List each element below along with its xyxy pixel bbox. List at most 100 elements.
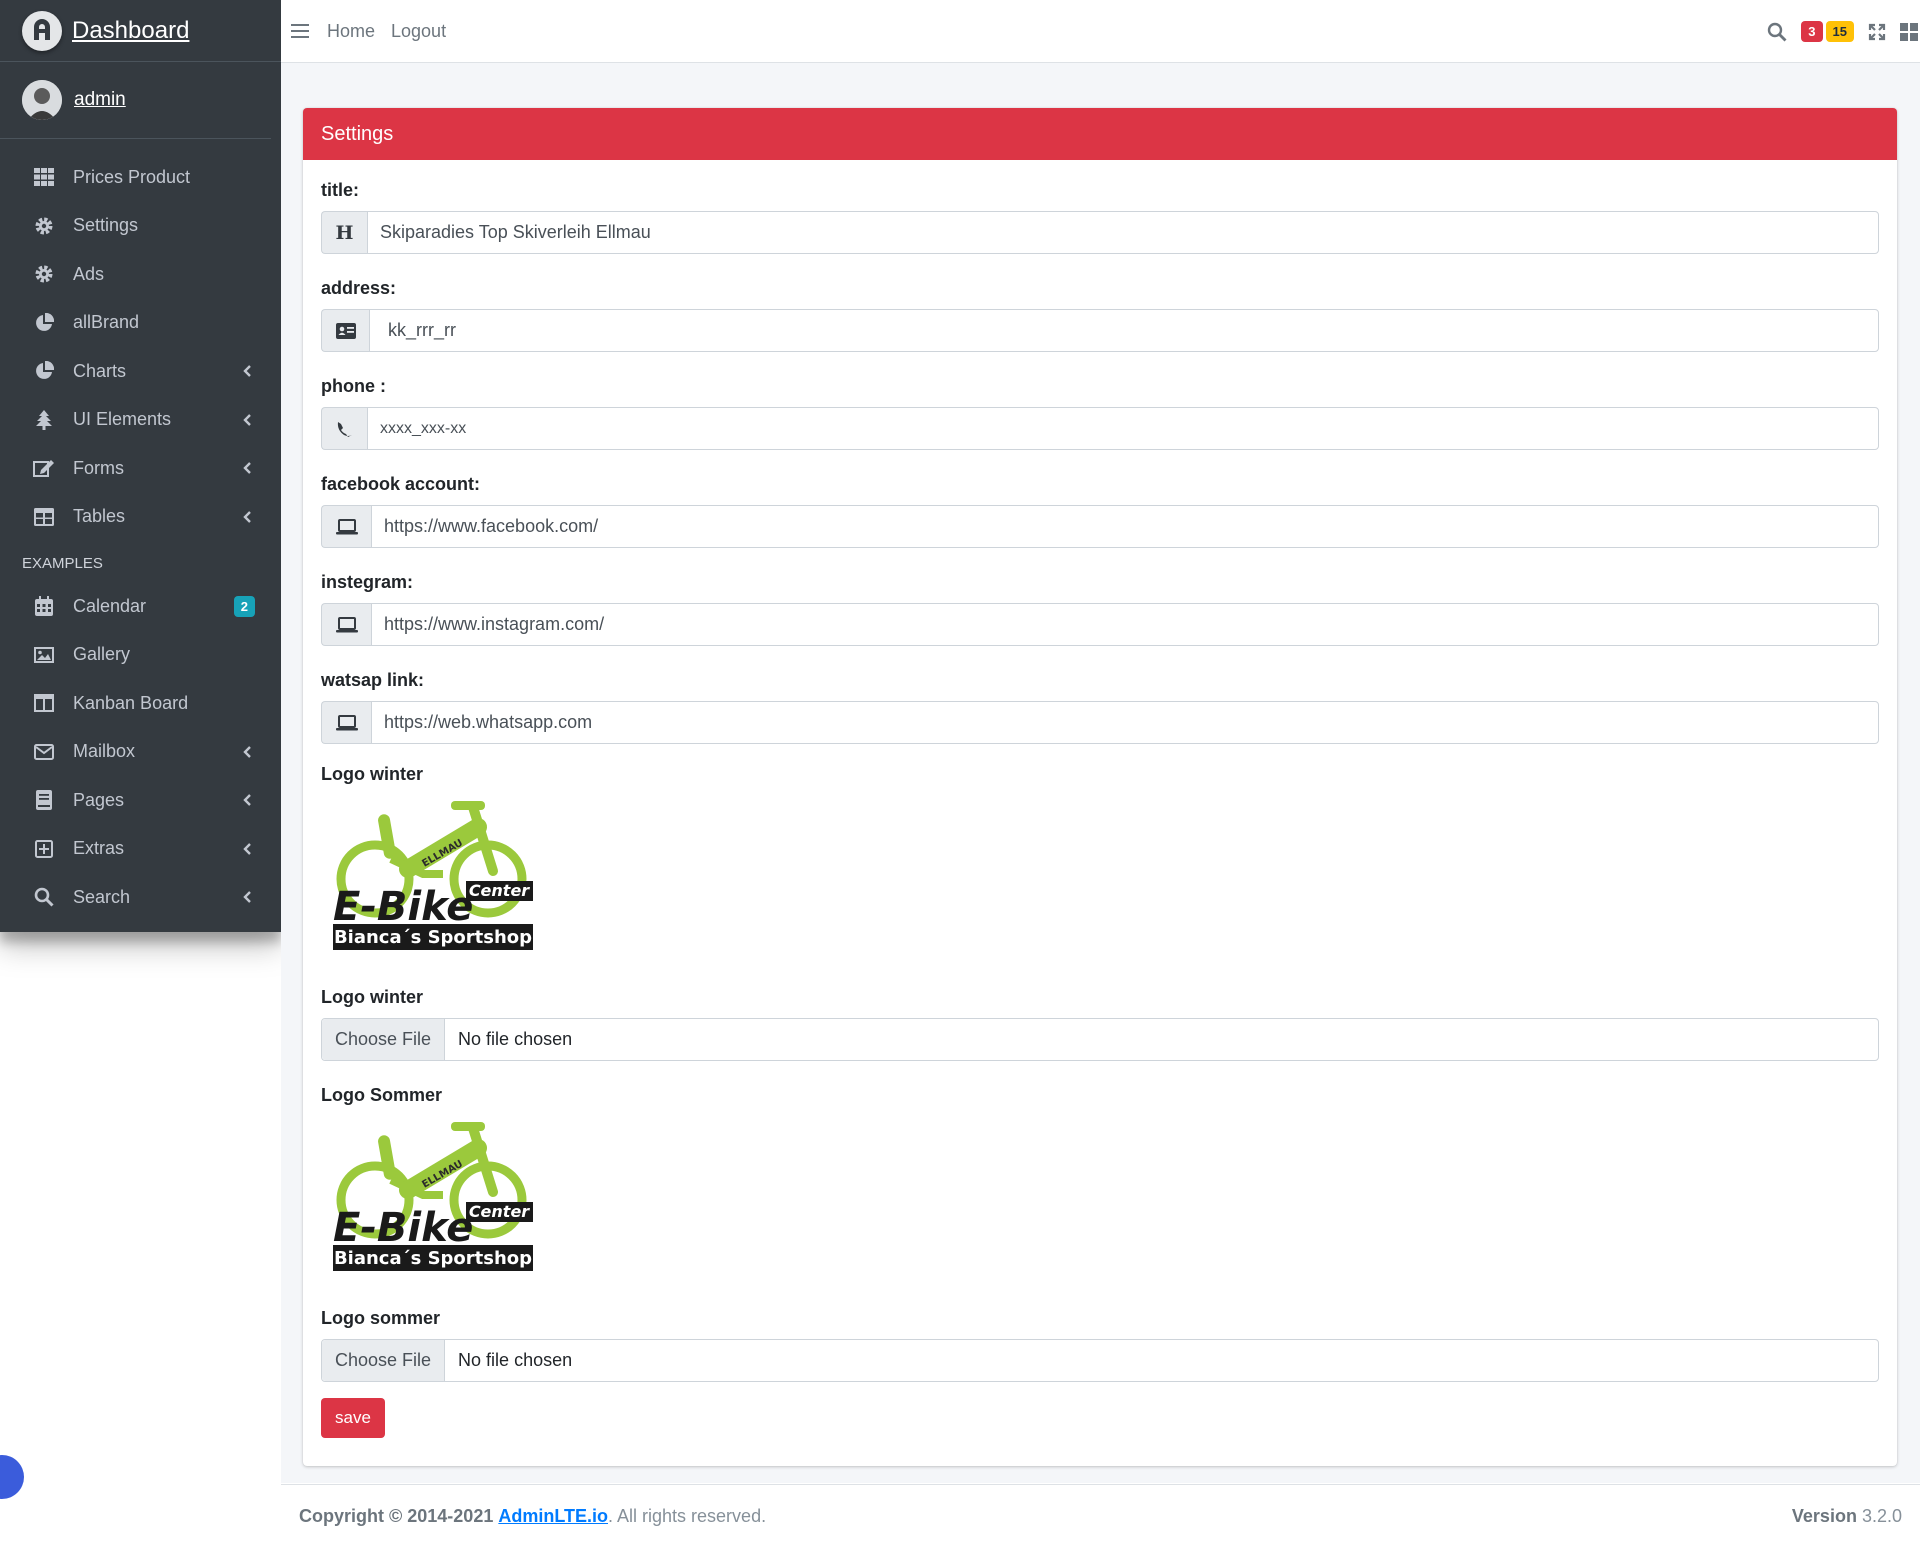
chevron-left-icon	[243, 413, 251, 426]
instagram-label: instegram:	[321, 572, 414, 592]
brand-title[interactable]: Dashboard	[72, 17, 189, 45]
sidebar-item-allbrand[interactable]: allBrand	[0, 299, 281, 348]
sidebar-item-ads[interactable]: Ads	[0, 250, 281, 299]
footer-version-label: Version	[1791, 1506, 1857, 1526]
footer-copyright: Copyright © 2014-2021	[299, 1506, 494, 1526]
fullscreen-icon[interactable]	[1868, 23, 1886, 41]
no-file-text: No file chosen	[458, 1350, 573, 1370]
floating-action-button[interactable]	[0, 1455, 24, 1499]
sidebar-item-label: Gallery	[73, 644, 131, 665]
address-label: address:	[321, 278, 397, 298]
sidebar-item-forms[interactable]: Forms	[0, 444, 281, 493]
brand-link[interactable]: Dashboard	[0, 0, 281, 62]
pie-chart-icon	[32, 312, 56, 334]
sidebar-item-extras[interactable]: Extras	[0, 825, 281, 874]
facebook-label: facebook account:	[321, 474, 481, 494]
sidebar-nav: Prices Product Settings Ads allBrand Cha…	[0, 139, 281, 922]
messages-badge[interactable]: 3	[1801, 21, 1823, 42]
nav-home-link[interactable]: Home	[327, 21, 375, 42]
logo-brand-text: E-Bike	[333, 1205, 473, 1251]
sidebar-item-label: Mailbox	[73, 741, 136, 762]
sidebar-item-label: allBrand	[73, 312, 140, 333]
gear-icon	[32, 215, 56, 237]
sidebar-item-label: Settings	[73, 215, 139, 236]
logo-sommer-file-input[interactable]: Choose File No file chosen	[321, 1339, 1879, 1382]
sidebar-item-mailbox[interactable]: Mailbox	[0, 728, 281, 777]
sidebar-item-charts[interactable]: Charts	[0, 347, 281, 396]
laptop-icon	[321, 701, 371, 744]
facebook-input[interactable]: https://www.facebook.com/	[371, 505, 1879, 548]
sidebar-item-label: Tables	[73, 506, 126, 527]
sidebar-item-kanban-board[interactable]: Kanban Board	[0, 679, 281, 728]
chevron-left-icon	[243, 745, 251, 758]
sidebar-item-label: UI Elements	[73, 409, 172, 430]
sidebar-item-gallery[interactable]: Gallery	[0, 631, 281, 680]
whatsapp-label: watsap link:	[321, 670, 425, 690]
logo-winter-heading: Logo winter	[321, 764, 423, 784]
chevron-left-icon	[243, 842, 251, 855]
control-sidebar-icon[interactable]	[1900, 22, 1918, 41]
logo-sommer-heading: Logo Sommer	[321, 1085, 443, 1105]
sidebar-item-pages[interactable]: Pages	[0, 776, 281, 825]
nav-logout-link[interactable]: Logout	[391, 21, 446, 42]
heading-icon: H	[321, 211, 367, 254]
footer-adminlte-link[interactable]: AdminLTE.io	[498, 1506, 608, 1527]
calendar-badge: 2	[233, 595, 255, 617]
sidebar-item-tables[interactable]: Tables	[0, 493, 281, 542]
sidebar-item-prices-product[interactable]: Prices Product	[0, 153, 281, 202]
image-icon	[32, 644, 56, 666]
chevron-left-icon	[243, 365, 251, 378]
title-input[interactable]: Skiparadies Top Skiverleih Ellmau	[367, 211, 1879, 254]
choose-file-button[interactable]: Choose File	[322, 1340, 446, 1381]
footer-version: Version 3.2.0	[1792, 1506, 1902, 1527]
sidebar-item-calendar[interactable]: Calendar 2	[0, 582, 281, 631]
user-name-link[interactable]: admin	[74, 89, 126, 111]
sidebar-item-label: Kanban Board	[73, 692, 189, 713]
calendar-icon	[32, 595, 56, 617]
phone-group: phone : xxxx_xxx-xx	[321, 376, 1879, 450]
whatsapp-input[interactable]: https://web.whatsapp.com	[371, 701, 1879, 744]
save-button[interactable]: save	[321, 1398, 385, 1438]
sidebar-header-examples: EXAMPLES	[22, 555, 103, 572]
phone-label: phone :	[321, 376, 386, 396]
logo-winter-image: ELLMAU Center E-Bike Bianca´s Sportshop	[333, 799, 533, 959]
title-group: title: H Skiparadies Top Skiverleih Ellm…	[321, 180, 1879, 254]
phone-icon	[321, 407, 367, 450]
navbar-search-icon[interactable]	[1767, 22, 1787, 42]
sidebar-item-label: Charts	[73, 360, 127, 381]
phone-input[interactable]: xxxx_xxx-xx	[367, 407, 1879, 450]
laptop-icon	[321, 505, 371, 548]
footer-rights: . All rights reserved.	[608, 1506, 767, 1526]
sidebar-item-ui-elements[interactable]: UI Elements	[0, 396, 281, 445]
instagram-input[interactable]: https://www.instagram.com/	[371, 603, 1879, 646]
logo-winter-upload-group: Logo winter Choose File No file chosen	[321, 987, 1879, 1061]
title-label: title:	[321, 180, 359, 200]
main-sidebar: Dashboard admin Prices Product Settings …	[0, 0, 281, 932]
pie-chart-icon	[32, 360, 56, 382]
main-footer: Copyright © 2014-2021 AdminLTE.io. All r…	[281, 1484, 1920, 1548]
card-title: Settings	[303, 108, 1897, 160]
hamburger-menu-icon[interactable]	[289, 23, 311, 39]
choose-file-button[interactable]: Choose File	[322, 1019, 446, 1060]
notifications-badge[interactable]: 15	[1825, 21, 1854, 42]
logo-shop-text: Bianca´s Sportshop	[334, 927, 532, 948]
address-input[interactable]: kk_rrr_rr	[369, 309, 1879, 352]
logo-tag-text: Center	[469, 881, 530, 900]
sidebar-item-label: Search	[73, 886, 131, 907]
sidebar-item-label: Pages	[73, 789, 125, 810]
user-panel: admin	[0, 62, 271, 139]
logo-winter-file-input[interactable]: Choose File No file chosen	[321, 1018, 1879, 1061]
sidebar-item-search[interactable]: Search	[0, 873, 281, 922]
sidebar-item-settings[interactable]: Settings	[0, 202, 281, 251]
facebook-group: facebook account: https://www.facebook.c…	[321, 474, 1879, 548]
no-file-text: No file chosen	[458, 1029, 573, 1049]
logo-sommer-label: Logo sommer	[321, 1308, 441, 1328]
top-navbar: Home Logout 3 15	[281, 0, 1920, 63]
columns-icon	[32, 692, 56, 714]
sidebar-item-label: Ads	[73, 263, 105, 284]
chevron-left-icon	[243, 510, 251, 523]
address-card-icon	[321, 309, 369, 352]
book-icon	[32, 789, 56, 811]
address-group: address: kk_rrr_rr	[321, 278, 1879, 352]
logo-sommer-upload-group: Logo sommer Choose File No file chosen	[321, 1308, 1879, 1382]
